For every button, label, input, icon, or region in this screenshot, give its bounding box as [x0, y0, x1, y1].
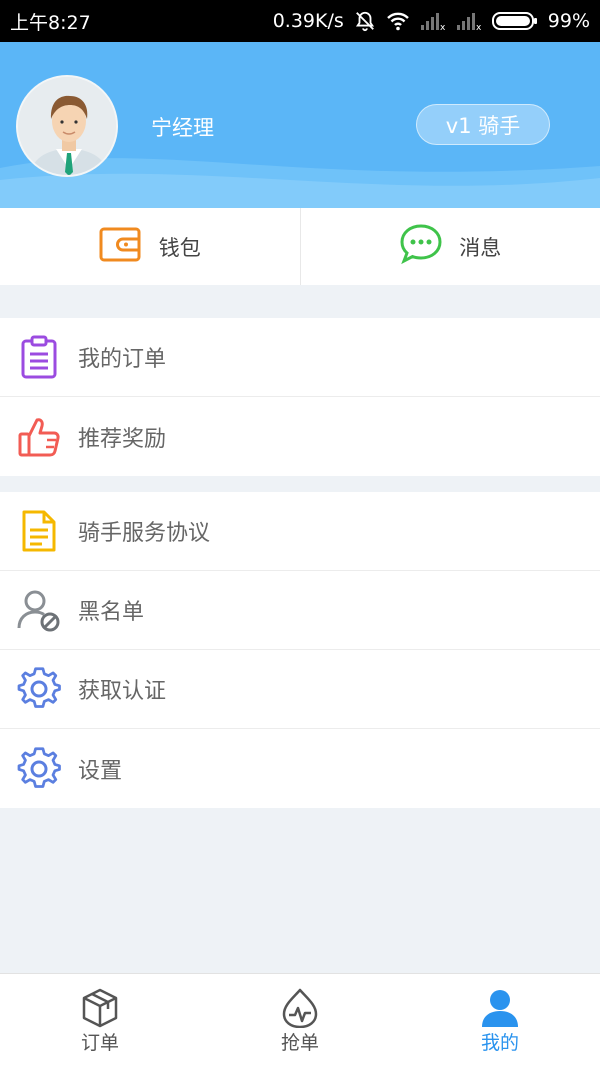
profile-header: 宁经理 v1 骑手 — [0, 42, 600, 208]
svg-text:x: x — [440, 23, 446, 31]
signal-icon-1: x — [420, 11, 446, 31]
menu-item-blacklist[interactable]: 黑名单 — [0, 571, 600, 650]
menu-item-settings[interactable]: 设置 — [0, 729, 600, 808]
menu-item-label: 黑名单 — [78, 600, 145, 625]
tab-label: 抢单 — [280, 1032, 319, 1054]
status-time: 上午8:27 — [10, 11, 91, 34]
clipboard-icon — [16, 334, 62, 380]
tab-label: 订单 — [80, 1032, 119, 1054]
wallet-button[interactable]: 钱包 — [0, 208, 300, 285]
level-badge: v1 骑手 — [416, 104, 550, 145]
bottom-tab-bar: 订单 抢单 我的 — [0, 973, 600, 1067]
tab-grab-orders[interactable]: 抢单 — [200, 974, 400, 1067]
menu-item-referral-rewards[interactable]: 推荐奖励 — [0, 397, 600, 476]
chat-icon — [399, 223, 443, 270]
tab-orders[interactable]: 订单 — [0, 974, 200, 1067]
menu-group-orders: 我的订单 推荐奖励 — [0, 318, 600, 476]
mute-bell-icon — [354, 10, 376, 32]
messages-label: 消息 — [459, 235, 502, 260]
gear-icon — [16, 666, 62, 712]
net-speed: 0.39K/s — [272, 10, 344, 32]
menu-item-label: 我的订单 — [78, 347, 167, 372]
menu-item-get-certified[interactable]: 获取认证 — [0, 650, 600, 729]
user-block-icon — [16, 587, 62, 633]
battery-percent: 99% — [547, 10, 590, 32]
svg-text:x: x — [476, 23, 482, 31]
wifi-icon — [386, 11, 410, 31]
grab-order-icon — [281, 986, 319, 1028]
avatar[interactable] — [16, 75, 118, 177]
menu-item-label: 推荐奖励 — [78, 426, 167, 452]
menu-item-label: 设置 — [78, 758, 123, 784]
tab-mine[interactable]: 我的 — [400, 974, 600, 1067]
messages-button[interactable]: 消息 — [301, 208, 600, 285]
wallet-label: 钱包 — [158, 235, 201, 260]
box-icon — [81, 986, 119, 1028]
document-icon — [16, 508, 62, 554]
tab-label: 我的 — [480, 1032, 519, 1054]
wallet-icon — [99, 225, 143, 268]
menu-item-label: 骑手服务协议 — [78, 521, 211, 546]
menu-item-service-agreement[interactable]: 骑手服务协议 — [0, 492, 600, 571]
menu-group-account: 骑手服务协议 黑名单 获取认证 设置 — [0, 492, 600, 808]
menu-item-label: 获取认证 — [78, 679, 167, 704]
quick-actions: 钱包 消息 — [0, 208, 600, 285]
gear-icon — [16, 746, 62, 792]
person-icon — [480, 986, 520, 1028]
thumbs-up-icon — [16, 414, 62, 460]
battery-icon — [491, 11, 538, 31]
signal-icon-2: x — [456, 11, 482, 31]
user-name: 宁经理 — [151, 116, 214, 140]
menu-item-my-orders[interactable]: 我的订单 — [0, 318, 600, 397]
status-bar: 上午8:27 0.39K/s x x 99% — [0, 0, 600, 42]
